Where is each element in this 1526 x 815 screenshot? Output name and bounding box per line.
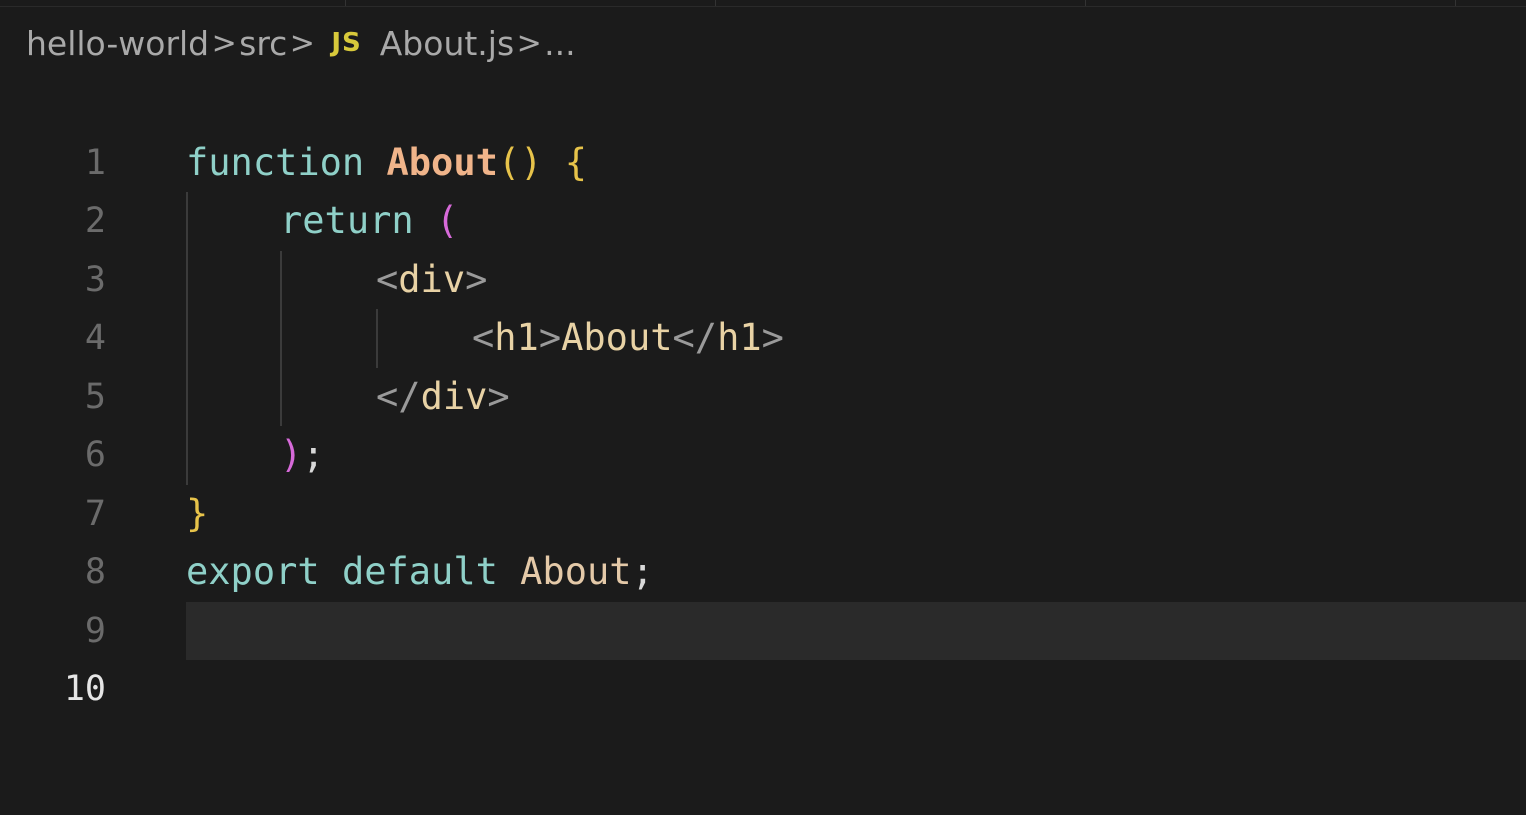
semicolon: ; xyxy=(631,550,654,593)
tag-close-bracket: > xyxy=(761,316,784,359)
code-line[interactable]: 1 xyxy=(0,75,1526,183)
code-line[interactable]: 7 ); xyxy=(0,426,1526,534)
keyword-function: function xyxy=(186,140,365,184)
tag-close-bracket: > xyxy=(538,316,562,359)
javascript-file-icon: JS xyxy=(331,28,362,58)
line-content[interactable]: function About() { xyxy=(186,134,1526,193)
identifier: About xyxy=(520,550,632,593)
tag-name: div xyxy=(420,374,488,418)
open-brace: { xyxy=(564,140,588,184)
code-editor[interactable]: hello-world > src > JS About.js > ... 1 … xyxy=(0,0,1526,815)
code-line-current[interactable]: 10 xyxy=(0,601,1526,709)
breadcrumb-item-src[interactable]: src xyxy=(239,24,287,63)
line-content[interactable]: <h1>About</h1> xyxy=(186,309,1526,368)
indent-guide xyxy=(280,309,282,368)
line-content[interactable]: export default About; xyxy=(186,543,1526,602)
indent-guide xyxy=(186,192,188,251)
tag-open-bracket: </ xyxy=(672,316,718,359)
tag-open-bracket: </ xyxy=(376,374,421,418)
tag-close-bracket: > xyxy=(465,257,488,301)
tab-divider xyxy=(1085,0,1086,6)
line-content[interactable]: <div> xyxy=(186,250,1526,309)
indent-guide xyxy=(186,309,188,368)
chevron-right-icon: > xyxy=(289,25,315,61)
tag-open-bracket: < xyxy=(376,257,399,301)
keyword-return: return xyxy=(280,199,414,242)
line-content[interactable]: </div> xyxy=(186,367,1526,426)
indent-guide xyxy=(376,309,378,368)
parentheses: () xyxy=(497,140,543,184)
tag-name: div xyxy=(398,257,466,301)
chevron-right-icon: > xyxy=(516,25,542,61)
code-line[interactable]: 3 return ( xyxy=(0,192,1526,300)
line-content[interactable] xyxy=(186,601,1526,660)
indent-guide xyxy=(280,250,282,309)
open-paren: ( xyxy=(435,199,459,242)
jsx-text: About xyxy=(561,316,673,359)
indent-guide xyxy=(186,426,188,485)
breadcrumb-item-project[interactable]: hello-world xyxy=(26,24,209,63)
code-line[interactable]: 2 function About() { xyxy=(0,134,1526,242)
indent-guide xyxy=(186,367,188,426)
line-content[interactable] xyxy=(186,75,1526,134)
tab-divider xyxy=(345,0,346,6)
breadcrumb: hello-world > src > JS About.js > ... xyxy=(26,18,576,68)
close-paren: ) xyxy=(280,433,303,476)
chevron-right-icon: > xyxy=(211,25,237,61)
tab-divider xyxy=(715,0,716,6)
keyword-default: default xyxy=(341,550,498,593)
semicolon: ; xyxy=(302,433,325,476)
tag-name: h1 xyxy=(717,316,762,359)
code-area[interactable]: 1 2 function About() { 3 return ( 4 <div… xyxy=(0,75,1526,709)
code-line[interactable]: 8 } xyxy=(0,485,1526,593)
tag-close-bracket: > xyxy=(487,374,510,418)
line-content[interactable]: return ( xyxy=(186,192,1526,251)
close-brace: } xyxy=(186,491,209,535)
indent-guide xyxy=(186,250,188,309)
indent-guide xyxy=(280,367,282,426)
breadcrumb-item-file[interactable]: About.js xyxy=(380,24,514,63)
line-content[interactable]: } xyxy=(186,485,1526,544)
tag-open-bracket: < xyxy=(472,316,495,359)
tab-strip xyxy=(0,0,1526,7)
code-line[interactable]: 4 <div> xyxy=(0,250,1526,358)
tab-divider xyxy=(1455,0,1456,6)
line-number: 10 xyxy=(63,669,106,709)
keyword-export: export xyxy=(186,550,320,593)
breadcrumb-item-symbols[interactable]: ... xyxy=(544,24,575,63)
code-line[interactable]: 9 export default About; xyxy=(0,543,1526,651)
code-line[interactable]: 5 <h1>About</h1> xyxy=(0,309,1526,417)
line-content[interactable]: ); xyxy=(186,426,1526,485)
tag-name: h1 xyxy=(494,316,539,359)
function-name: About xyxy=(386,140,498,184)
code-line[interactable]: 6 </div> xyxy=(0,367,1526,475)
